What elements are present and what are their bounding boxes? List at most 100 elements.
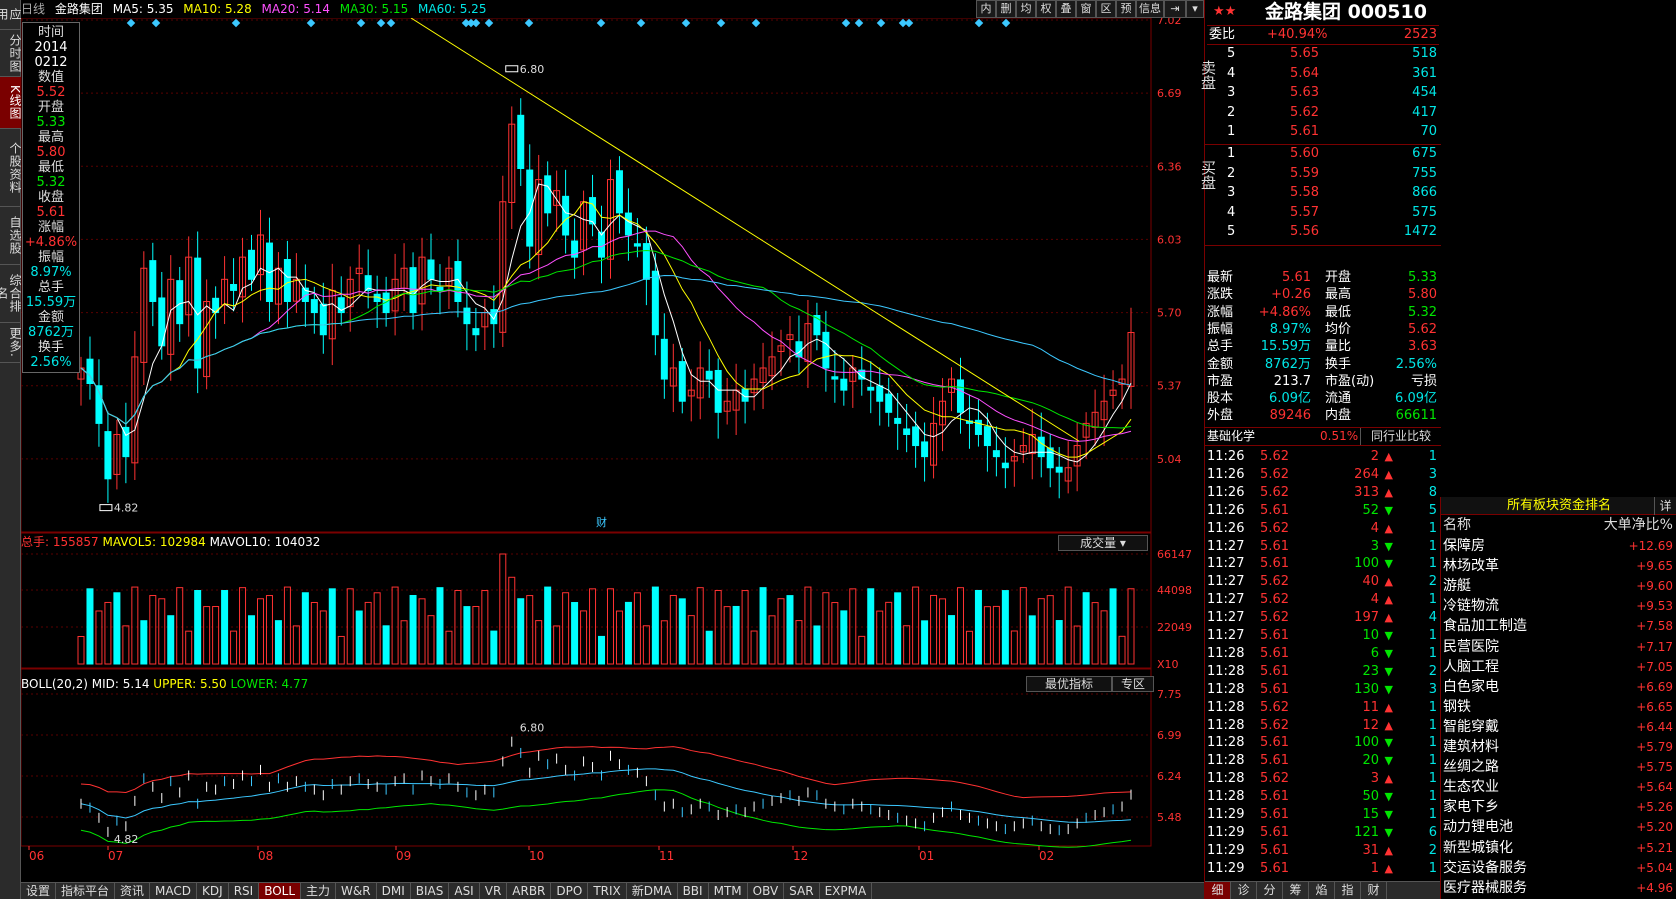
- indicator-tab-16[interactable]: 新DMA: [627, 883, 678, 899]
- arrow-up-icon: ▲: [1384, 467, 1393, 481]
- board-row[interactable]: 建筑材料 +5.79: [1443, 737, 1675, 757]
- tick-row: 11:27 5.62 40 ▲ 2: [1207, 574, 1439, 590]
- indicator-tab-19[interactable]: OBV: [748, 883, 785, 899]
- ma20-line: [80, 230, 1132, 442]
- board-row[interactable]: 交运设备服务 +5.04: [1443, 858, 1675, 878]
- indicator-tab-15[interactable]: TRIX: [588, 883, 627, 899]
- indicator-tab-9[interactable]: DMI: [377, 883, 411, 899]
- volume-bar: [445, 630, 453, 665]
- board-row[interactable]: 智能穿戴 +6.44: [1443, 717, 1675, 737]
- volume-indicator-button[interactable]: 成交量 ▾: [1058, 535, 1148, 551]
- industry-compare-button[interactable]: 同行业比较: [1360, 428, 1441, 445]
- board-row[interactable]: 新型城镇化 +5.21: [1443, 838, 1675, 858]
- toolbar-button-5[interactable]: 窗: [1076, 0, 1096, 18]
- board-row[interactable]: 医疗器械服务 +4.96: [1443, 878, 1675, 898]
- volume-header: 总手: 155857 MAVOL5: 102984 MAVOL10: 10403…: [21, 534, 320, 550]
- toolbar-button-7[interactable]: 预: [1116, 0, 1136, 18]
- sidebar-tab-6[interactable]: 更多.: [0, 323, 22, 363]
- indicator-tab-21[interactable]: EXPMA: [820, 883, 873, 899]
- detail-tab-1[interactable]: 诊: [1231, 882, 1257, 899]
- board-row[interactable]: 保障房 +12.69: [1443, 536, 1675, 556]
- indicator-tab-7[interactable]: 主力: [301, 883, 337, 899]
- toolbar-button-4[interactable]: 叠: [1056, 0, 1076, 18]
- tick-count: 1: [1428, 735, 1437, 751]
- candle-body: [310, 299, 318, 314]
- indicator-tab-1[interactable]: 指标平台: [56, 883, 116, 899]
- toolbar-button-9[interactable]: ⇥: [1164, 0, 1186, 18]
- detail-tab-3[interactable]: 筹: [1283, 882, 1309, 899]
- board-row[interactable]: 家电下乡 +5.26: [1443, 797, 1675, 817]
- toolbar-button-3[interactable]: 权: [1036, 0, 1056, 18]
- toolbar-button-8[interactable]: 信息: [1136, 0, 1164, 18]
- indicator-tab-17[interactable]: BBI: [678, 883, 709, 899]
- detail-tab-2[interactable]: 分: [1257, 882, 1283, 899]
- quote-value-b: 3.63: [1408, 339, 1437, 355]
- indicator-tab-13[interactable]: ARBR: [507, 883, 552, 899]
- indicator-tab-11[interactable]: ASI: [449, 883, 480, 899]
- volume-bar: [768, 615, 776, 665]
- board-row[interactable]: 白色家电 +6.69: [1443, 677, 1675, 697]
- board-row[interactable]: 人脑工程 +7.05: [1443, 657, 1675, 677]
- board-more-button[interactable]: 详: [1654, 497, 1676, 515]
- detail-tab-6[interactable]: 财: [1361, 882, 1387, 899]
- tick-price: 5.62: [1260, 466, 1289, 482]
- toolbar-button-0[interactable]: 内: [976, 0, 996, 18]
- period-label[interactable]: 日线: [21, 2, 45, 16]
- candle-body: [598, 231, 606, 258]
- board-name: 食品加工制造: [1443, 618, 1527, 635]
- tick-volume: 50: [1362, 789, 1379, 805]
- sidebar-tab-2[interactable]: K线图: [0, 77, 22, 129]
- watch-stars-icon[interactable]: ★★: [1213, 2, 1236, 22]
- indicator-tab-20[interactable]: SAR: [784, 883, 820, 899]
- tick-time: 11:26: [1207, 484, 1245, 500]
- toolbar-button-6[interactable]: 区: [1096, 0, 1116, 18]
- indicator-tab-0[interactable]: 设置: [21, 883, 57, 899]
- board-row[interactable]: 民营医院 +7.17: [1443, 637, 1675, 657]
- board-row[interactable]: 食品加工制造 +7.58: [1443, 616, 1675, 636]
- detail-tab-0[interactable]: 细: [1205, 882, 1231, 899]
- toolbar-button-10[interactable]: ▾: [1186, 0, 1204, 18]
- boll-name: BOLL(20,2): [21, 677, 88, 691]
- sidebar-tab-3[interactable]: 个股资料: [0, 129, 22, 207]
- sidebar-tab-0[interactable]: 应用: [0, 0, 22, 30]
- indicator-tab-14[interactable]: DPO: [551, 883, 589, 899]
- boll-axis-label: 7.75: [1157, 688, 1182, 701]
- sidebar-tab-5[interactable]: 综合排名: [0, 265, 22, 323]
- toolbar-button-2[interactable]: 均: [1016, 0, 1036, 18]
- indicator-tab-6[interactable]: BOLL: [259, 883, 302, 899]
- best-indicator-button[interactable]: 最优指标: [1026, 676, 1112, 692]
- indicator-tab-5[interactable]: RSI: [229, 883, 260, 899]
- sidebar-tab-4[interactable]: 自选股: [0, 207, 22, 265]
- sidebar-tab-1[interactable]: 分时图: [0, 30, 22, 77]
- indicator-tab-3[interactable]: MACD: [150, 883, 198, 899]
- zone-button[interactable]: 专区: [1112, 676, 1154, 692]
- indicator-tab-4[interactable]: KDJ: [197, 883, 229, 899]
- indicator-tab-12[interactable]: VR: [480, 883, 508, 899]
- volume-bar: [131, 586, 139, 665]
- toolbar-button-1[interactable]: 删: [996, 0, 1016, 18]
- indicator-tab-2[interactable]: 资讯: [115, 883, 151, 899]
- detail-tab-4[interactable]: 焰: [1309, 882, 1335, 899]
- board-row[interactable]: 钢铁 +6.65: [1443, 697, 1675, 717]
- board-row[interactable]: 游艇 +9.60: [1443, 576, 1675, 596]
- board-row[interactable]: 生态农业 +5.64: [1443, 777, 1675, 797]
- kline-chart[interactable]: 7.02 6.69 6.36 6.03 5.70 5.37 5.04 66147 44098 22…: [21, 18, 1204, 882]
- buy-level-num: 2: [1227, 165, 1236, 181]
- detail-tab-5[interactable]: 指: [1335, 882, 1361, 899]
- board-row[interactable]: 冷链物流 +9.53: [1443, 596, 1675, 616]
- board-value: +9.65: [1636, 559, 1673, 574]
- board-title-text: 所有板块资金排名: [1506, 498, 1611, 513]
- tick-time: 11:29: [1207, 824, 1245, 840]
- board-value: +5.26: [1636, 800, 1673, 815]
- indicator-tab-8[interactable]: W&R: [336, 883, 377, 899]
- board-row[interactable]: 林场改革 +9.65: [1443, 556, 1675, 576]
- date-axis-label: 10: [529, 849, 544, 863]
- board-row[interactable]: 动力锂电池 +5.20: [1443, 817, 1675, 837]
- tick-volume: 121: [1354, 824, 1379, 840]
- volume-axis-label: 22049: [1157, 621, 1192, 634]
- volume-bar: [176, 587, 184, 665]
- board-row[interactable]: 丝绸之路 +5.75: [1443, 757, 1675, 777]
- indicator-tab-10[interactable]: BIAS: [411, 883, 450, 899]
- indicator-tab-18[interactable]: MTM: [709, 883, 748, 899]
- tick-volume: 12: [1362, 717, 1379, 733]
